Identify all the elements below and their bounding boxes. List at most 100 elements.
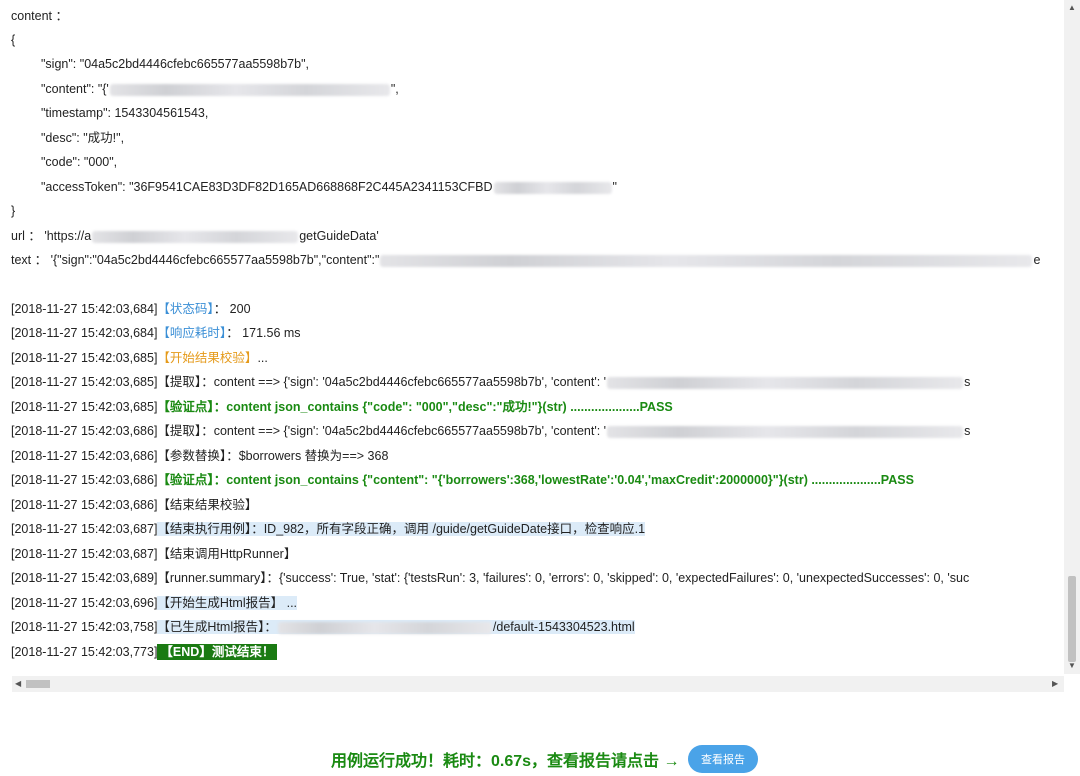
- log-timestamp: [2018-11-27 15:42:03,689]: [11, 571, 158, 585]
- horizontal-scroll-thumb[interactable]: [26, 680, 50, 688]
- log-entry-extract: [2018-11-27 15:42:03,685]【提取】：content ==…: [11, 372, 970, 392]
- log-timestamp: [2018-11-27 15:42:03,758]: [11, 620, 158, 634]
- log-body: ...: [257, 351, 268, 365]
- json-content-suffix: ",: [390, 82, 399, 96]
- scroll-right-icon[interactable]: ▶: [1052, 676, 1058, 692]
- horizontal-scrollbar[interactable]: ◀ ▶: [12, 676, 1064, 692]
- json-code-line: "code": "000",: [41, 155, 118, 169]
- log-body: ：content json_contains {"code": "000","d…: [213, 400, 673, 414]
- log-highlight: 【开始生成Html报告】 ...: [157, 596, 298, 610]
- redacted-text: [380, 254, 1033, 267]
- log-timestamp: [2018-11-27 15:42:03,773]: [11, 645, 158, 659]
- log-tag: 【提取】: [157, 375, 202, 389]
- scroll-down-icon[interactable]: ▼: [1068, 658, 1076, 674]
- log-tag: 【提取】: [157, 424, 202, 438]
- log-tail: s: [964, 424, 971, 438]
- log-tag: 【runner.summary】: [157, 571, 267, 585]
- log-body: ： 200: [213, 302, 251, 316]
- log-tag: 【验证点】: [157, 473, 214, 487]
- log-output-pane: content ： { "sign": "04a5c2bd4446cfebc66…: [0, 0, 1064, 674]
- vertical-scroll-thumb[interactable]: [1068, 576, 1076, 662]
- log-body: ：$borrowers 替换为==> 368: [226, 449, 389, 463]
- redacted-content: [109, 83, 390, 96]
- log-body: ：content ==> {'sign': '04a5c2bd4446cfebc…: [201, 375, 607, 389]
- log-tag: 【已生成Html报告】: [157, 620, 265, 634]
- url-prefix: url ： 'https://a: [11, 229, 92, 243]
- success-message: 用例运行成功！耗时：0.67s，查看报告请点击 →: [331, 753, 680, 770]
- log-timestamp: [2018-11-27 15:42:03,685]: [11, 351, 158, 365]
- log-highlight: 【已生成Html报告】： /default-1543304523.html: [157, 620, 635, 634]
- log-timestamp: [2018-11-27 15:42:03,684]: [11, 326, 158, 340]
- log-tag: 【结束执行用例】: [157, 522, 252, 536]
- log-tag: 【结束调用HttpRunner】: [157, 547, 297, 561]
- log-body: ： 171.56 ms: [226, 326, 301, 340]
- url-suffix: getGuideData': [299, 229, 379, 243]
- log-entry-status-code: [2018-11-27 15:42:03,684]【状态码】： 200: [11, 299, 251, 319]
- log-timestamp: [2018-11-27 15:42:03,686]: [11, 498, 158, 512]
- log-body: ：content json_contains {"content": "{'bo…: [213, 473, 914, 487]
- log-tail: s: [964, 375, 971, 389]
- log-entry-start-verify: [2018-11-27 15:42:03,685]【开始结果校验】...: [11, 348, 268, 368]
- log-tag: 【结束结果校验】: [157, 498, 258, 512]
- redacted-extract: [607, 425, 964, 438]
- result-footer: 用例运行成功！耗时：0.67s，查看报告请点击 → 查看报告: [0, 740, 1080, 776]
- log-entry-param-replace: [2018-11-27 15:42:03,686]【参数替换】：$borrowe…: [11, 446, 388, 466]
- log-highlight: 【结束执行用例】：ID_982，所有字段正确，调用 /guide/getGuid…: [157, 522, 646, 536]
- view-report-button[interactable]: 查看报告: [688, 745, 758, 773]
- json-brace-close: }: [11, 204, 16, 218]
- report-path-suffix: /default-1543304523.html: [492, 620, 635, 634]
- log-tag: 【验证点】: [157, 400, 214, 414]
- log-entry-end: [2018-11-27 15:42:03,773] 【END】测试结束！: [11, 642, 278, 662]
- log-entry-response-time: [2018-11-27 15:42:03,684]【响应耗时】： 171.56 …: [11, 323, 301, 343]
- scroll-left-icon[interactable]: ◀: [15, 676, 21, 692]
- vertical-scrollbar[interactable]: ▲ ▼: [1064, 0, 1080, 674]
- log-timestamp: [2018-11-27 15:42:03,685]: [11, 375, 158, 389]
- log-tag: 【参数替换】: [157, 449, 227, 463]
- json-token-line: "accessToken": "36F9541CAE83D3DF82D165AD…: [41, 177, 617, 197]
- redacted-extract: [607, 376, 964, 389]
- log-body: ：: [264, 620, 277, 634]
- log-timestamp: [2018-11-27 15:42:03,686]: [11, 424, 158, 438]
- log-entry-end-verify: [2018-11-27 15:42:03,686]【结束结果校验】: [11, 495, 257, 515]
- json-brace-open: {: [11, 33, 16, 47]
- end-badge: 【END】测试结束！: [157, 644, 278, 660]
- log-body: ：content ==> {'sign': '04a5c2bd4446cfebc…: [201, 424, 607, 438]
- redacted-token: [493, 181, 612, 194]
- log-entry-check-pass: [2018-11-27 15:42:03,685]【验证点】：content j…: [11, 397, 673, 417]
- url-line: url ： 'https://a getGuideData': [11, 226, 379, 246]
- log-entry-check-pass: [2018-11-27 15:42:03,686]【验证点】：content j…: [11, 470, 914, 490]
- log-entry-runner-summary: [2018-11-27 15:42:03,689]【runner.summary…: [11, 568, 969, 588]
- json-sign-line: "sign": "04a5c2bd4446cfebc665577aa5598b7…: [41, 57, 309, 71]
- json-token-suffix: ": [612, 180, 617, 194]
- log-tag: 【状态码】: [157, 302, 214, 316]
- log-entry-start-report: [2018-11-27 15:42:03,696]【开始生成Html报告】 ..…: [11, 593, 298, 613]
- text-tail: e: [1033, 253, 1041, 267]
- scroll-up-icon[interactable]: ▲: [1068, 0, 1076, 16]
- log-timestamp: [2018-11-27 15:42:03,696]: [11, 596, 158, 610]
- log-timestamp: [2018-11-27 15:42:03,685]: [11, 400, 158, 414]
- log-timestamp: [2018-11-27 15:42:03,686]: [11, 473, 158, 487]
- log-entry-end-case: [2018-11-27 15:42:03,687]【结束执行用例】：ID_982…: [11, 519, 646, 539]
- redacted-url: [92, 230, 299, 243]
- log-body: ：{'success': True, 'stat': {'testsRun': …: [266, 571, 970, 585]
- redacted-report-path: [277, 621, 492, 634]
- log-timestamp: [2018-11-27 15:42:03,686]: [11, 449, 158, 463]
- log-body: ：ID_982，所有字段正确，调用 /guide/getGuideDate接口，…: [251, 522, 646, 536]
- content-header: content ：: [11, 9, 68, 23]
- json-token-prefix: "accessToken": "36F9541CAE83D3DF82D165AD…: [41, 180, 493, 194]
- log-timestamp: [2018-11-27 15:42:03,687]: [11, 522, 158, 536]
- log-tag: 【开始结果校验】: [157, 351, 258, 365]
- log-entry-end-runner: [2018-11-27 15:42:03,687]【结束调用HttpRunner…: [11, 544, 296, 564]
- log-timestamp: [2018-11-27 15:42:03,684]: [11, 302, 158, 316]
- json-content-prefix: "content": "{': [41, 82, 109, 96]
- text-line: text ： '{"sign":"04a5c2bd4446cfebc665577…: [11, 250, 1040, 270]
- json-timestamp-line: "timestamp": 1543304561543,: [41, 106, 209, 120]
- json-desc-line: "desc": "成功!",: [41, 131, 125, 145]
- json-content-line: "content": "{' ",: [41, 79, 399, 99]
- log-tag: 【开始生成Html报告】: [157, 596, 284, 610]
- text-prefix: text ： '{"sign":"04a5c2bd4446cfebc665577…: [11, 253, 380, 267]
- log-entry-report-generated: [2018-11-27 15:42:03,758]【已生成Html报告】： /de…: [11, 617, 635, 637]
- log-entry-extract: [2018-11-27 15:42:03,686]【提取】：content ==…: [11, 421, 970, 441]
- log-body: ...: [283, 596, 298, 610]
- log-tag: 【响应耗时】: [157, 326, 227, 340]
